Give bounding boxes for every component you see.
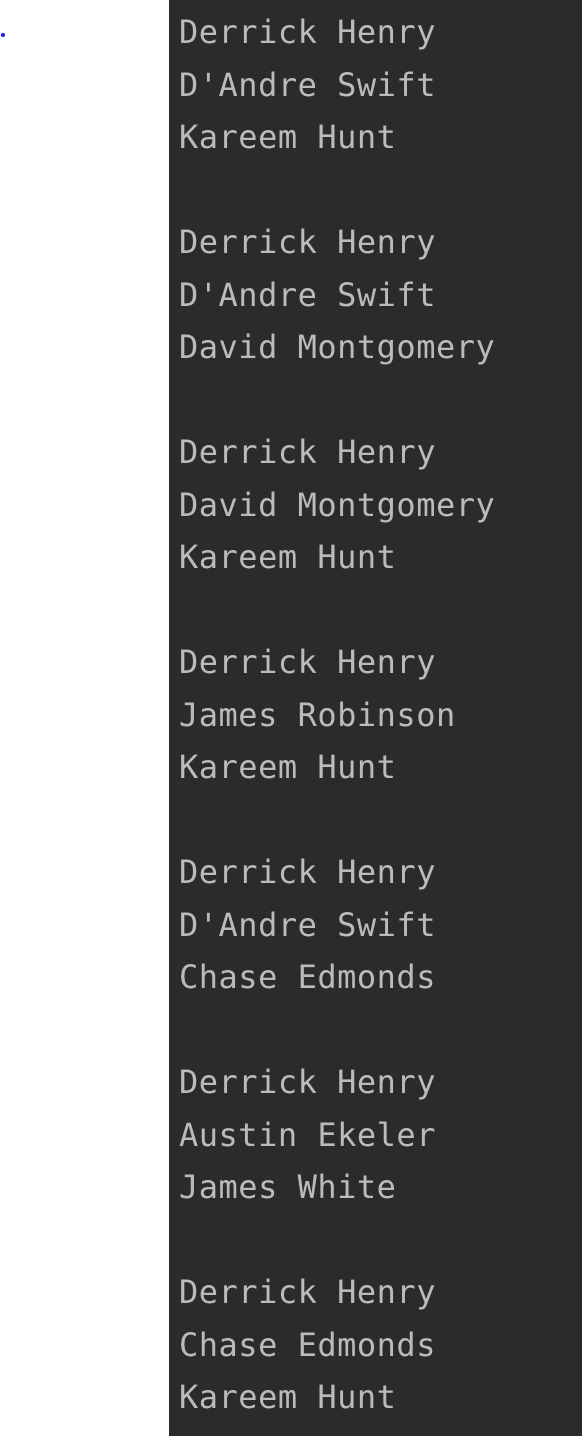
output-line: James White bbox=[179, 1168, 397, 1206]
output-line: Chase Edmonds bbox=[179, 1325, 436, 1364]
output-line: Derrick Henry bbox=[179, 13, 436, 51]
output-line: Derrick Henry bbox=[179, 853, 436, 891]
output-line: Kareem Hunt bbox=[179, 118, 397, 156]
output-line: Derrick Henry bbox=[179, 1063, 436, 1101]
output-line: David Montgomery bbox=[179, 485, 496, 524]
output-line: D'Andre Swift bbox=[179, 275, 436, 314]
output-line: Derrick Henry bbox=[179, 643, 436, 681]
output-line: Kareem Hunt bbox=[179, 538, 397, 576]
marker-dot bbox=[1, 33, 5, 37]
console-output-panel[interactable]: Derrick Henry D'Andre Swift Kareem Hunt Der… bbox=[169, 0, 582, 1436]
output-line: D'Andre Swift bbox=[179, 65, 436, 104]
output-line: James Robinson bbox=[179, 695, 456, 734]
console-output-text: Derrick Henry D'Andre Swift Kareem Hunt Der… bbox=[179, 6, 495, 1424]
output-line: Derrick Henry bbox=[179, 433, 436, 471]
output-line: Chase Edmonds bbox=[179, 958, 436, 996]
output-line: Derrick Henry bbox=[179, 1273, 436, 1311]
output-line: D'Andre Swift bbox=[179, 905, 436, 944]
output-line: David Montgomery bbox=[179, 328, 496, 366]
output-line: Kareem Hunt bbox=[179, 748, 397, 786]
output-line: Austin Ekeler bbox=[179, 1115, 436, 1154]
output-line: Kareem Hunt bbox=[179, 1378, 397, 1416]
output-line: Derrick Henry bbox=[179, 223, 436, 261]
